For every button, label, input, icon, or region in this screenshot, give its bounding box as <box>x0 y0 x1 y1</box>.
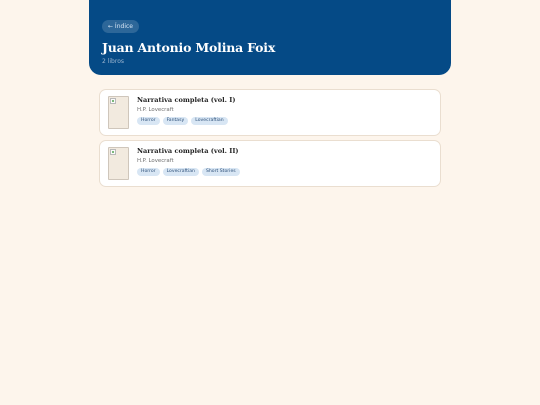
back-to-index-button[interactable]: ← Índice <box>102 20 139 33</box>
tag-badge[interactable]: Horror <box>137 168 160 176</box>
book-author: H.P. Lovecraft <box>137 107 174 113</box>
book-info: Narrativa completa (vol. I) H.P. Lovecra… <box>137 96 235 125</box>
tag-badge[interactable]: Lovecraftian <box>162 168 199 176</box>
broken-image-icon <box>110 149 116 155</box>
tag-badge[interactable]: Short Stories <box>201 168 240 176</box>
book-author: H.P. Lovecraft <box>137 158 174 164</box>
book-card[interactable]: Narrativa completa (vol. II) H.P. Lovecr… <box>99 140 441 187</box>
tag-badge[interactable]: Horror <box>137 117 160 125</box>
book-cover-image[interactable] <box>108 147 129 180</box>
tag-badge[interactable]: Lovecraftian <box>191 117 228 125</box>
book-info: Narrativa completa (vol. II) H.P. Lovecr… <box>137 147 240 176</box>
page-title: Juan Antonio Molina Foix <box>102 40 276 55</box>
tag-list: Horror Fantasy Lovecraftian <box>137 117 235 125</box>
book-card[interactable]: Narrativa completa (vol. I) H.P. Lovecra… <box>99 89 441 136</box>
author-header: ← Índice Juan Antonio Molina Foix 2 libr… <box>89 0 451 75</box>
back-label: ← Índice <box>108 23 133 30</box>
book-count: 2 libros <box>102 58 124 65</box>
tag-list: Horror Lovecraftian Short Stories <box>137 168 240 176</box>
book-list: Narrativa completa (vol. I) H.P. Lovecra… <box>99 89 441 191</box>
book-cover-image[interactable] <box>108 96 129 129</box>
broken-image-icon <box>110 98 116 104</box>
tag-badge[interactable]: Fantasy <box>162 117 189 125</box>
book-title[interactable]: Narrativa completa (vol. II) <box>137 147 240 155</box>
book-title[interactable]: Narrativa completa (vol. I) <box>137 96 235 104</box>
